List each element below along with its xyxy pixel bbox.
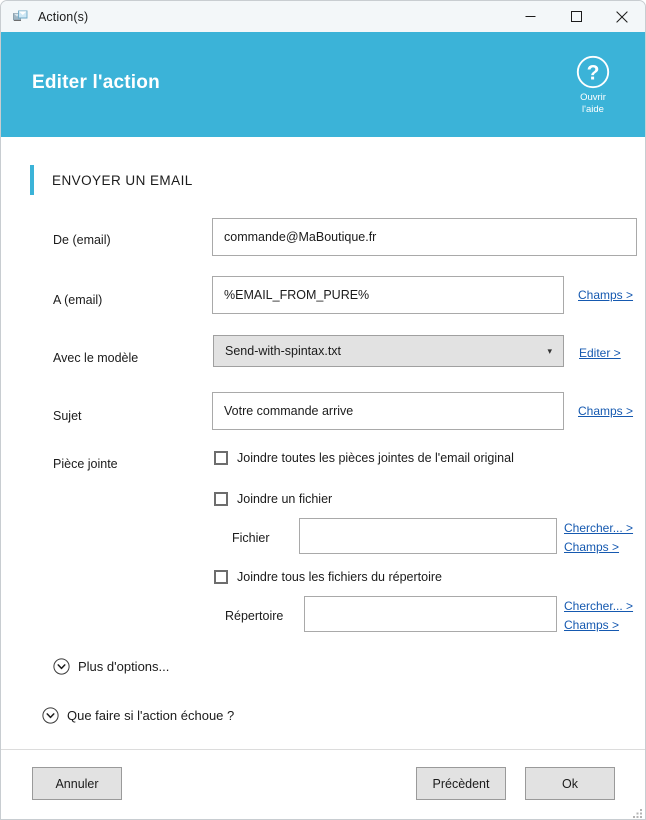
dialog-header: Editer l'action ? Ouvrir l'aide (1, 32, 645, 137)
window-title: Action(s) (38, 9, 89, 24)
template-label: Avec le modèle (53, 351, 139, 365)
open-help-button[interactable]: ? Ouvrir l'aide (564, 55, 622, 115)
cancel-button[interactable]: Annuler (32, 767, 122, 800)
section-header: ENVOYER UN EMAIL (30, 165, 193, 195)
to-email-input[interactable] (212, 276, 564, 314)
directory-input[interactable] (304, 596, 557, 632)
ok-button[interactable]: Ok (525, 767, 615, 800)
file-fields-link[interactable]: Champs > (564, 540, 619, 554)
attach-all-original-label: Joindre toutes les pièces jointes de l'e… (237, 451, 514, 465)
attachment-label: Pièce jointe (53, 457, 118, 471)
subject-fields-link[interactable]: Champs > (578, 404, 633, 418)
mail-action-icon (12, 8, 29, 25)
file-browse-link[interactable]: Chercher... > (564, 521, 633, 535)
more-options-expander[interactable]: Plus d'options... (53, 658, 169, 675)
subject-label: Sujet (53, 409, 82, 423)
to-email-fields-link[interactable]: Champs > (578, 288, 633, 302)
directory-fields-link[interactable]: Champs > (564, 618, 619, 632)
page-title: Editer l'action (32, 72, 160, 93)
attach-directory-checkbox[interactable] (214, 570, 228, 584)
file-label: Fichier (232, 531, 270, 545)
attach-all-original-checkbox[interactable] (214, 451, 228, 465)
dialog-body: ENVOYER UN EMAIL De (email) A (email) Ch… (1, 137, 645, 749)
template-edit-link[interactable]: Editer > (579, 346, 621, 360)
attach-file-label: Joindre un fichier (237, 492, 333, 506)
chevron-down-circle-icon (53, 658, 70, 675)
on-failure-label: Que faire si l'action échoue ? (67, 708, 235, 723)
help-label-line2: l'aide (582, 103, 604, 115)
chevron-down-circle-icon (42, 707, 59, 724)
dialog-footer: Annuler Précèdent Ok (1, 749, 645, 819)
question-mark-circle-icon: ? (576, 55, 610, 89)
on-failure-expander[interactable]: Que faire si l'action échoue ? (42, 707, 234, 724)
svg-text:?: ? (587, 61, 600, 84)
to-email-label: A (email) (53, 293, 103, 307)
section-accent-bar (30, 165, 34, 195)
minimize-icon[interactable] (507, 1, 553, 32)
more-options-label: Plus d'options... (78, 659, 170, 674)
template-select[interactable]: Send-with-spintax.txt ▾ (213, 335, 564, 367)
attach-directory-label: Joindre tous les fichiers du répertoire (237, 570, 442, 584)
help-label-line1: Ouvrir (580, 92, 606, 103)
title-bar: Action(s) (1, 1, 645, 32)
from-email-label: De (email) (53, 233, 111, 247)
directory-browse-link[interactable]: Chercher... > (564, 599, 633, 613)
maximize-icon[interactable] (553, 1, 599, 32)
attach-file-checkbox-row[interactable]: Joindre un fichier (214, 492, 332, 506)
subject-input[interactable] (212, 392, 564, 430)
attach-all-original-checkbox-row[interactable]: Joindre toutes les pièces jointes de l'e… (214, 451, 514, 465)
close-icon[interactable] (599, 1, 645, 32)
template-select-value: Send-with-spintax.txt (225, 344, 342, 358)
section-title: ENVOYER UN EMAIL (52, 172, 193, 188)
window-controls (507, 1, 645, 32)
action-editor-window: Action(s) Editer l'action ? Ouvrir l'aid… (0, 0, 646, 820)
previous-button[interactable]: Précèdent (416, 767, 506, 800)
directory-label: Répertoire (225, 609, 284, 623)
from-email-input[interactable] (212, 218, 637, 256)
chevron-down-icon: ▾ (547, 345, 552, 356)
attach-directory-checkbox-row[interactable]: Joindre tous les fichiers du répertoire (214, 570, 442, 584)
attach-file-checkbox[interactable] (214, 492, 228, 506)
resize-grip-icon[interactable] (629, 805, 643, 819)
file-input[interactable] (299, 518, 557, 554)
